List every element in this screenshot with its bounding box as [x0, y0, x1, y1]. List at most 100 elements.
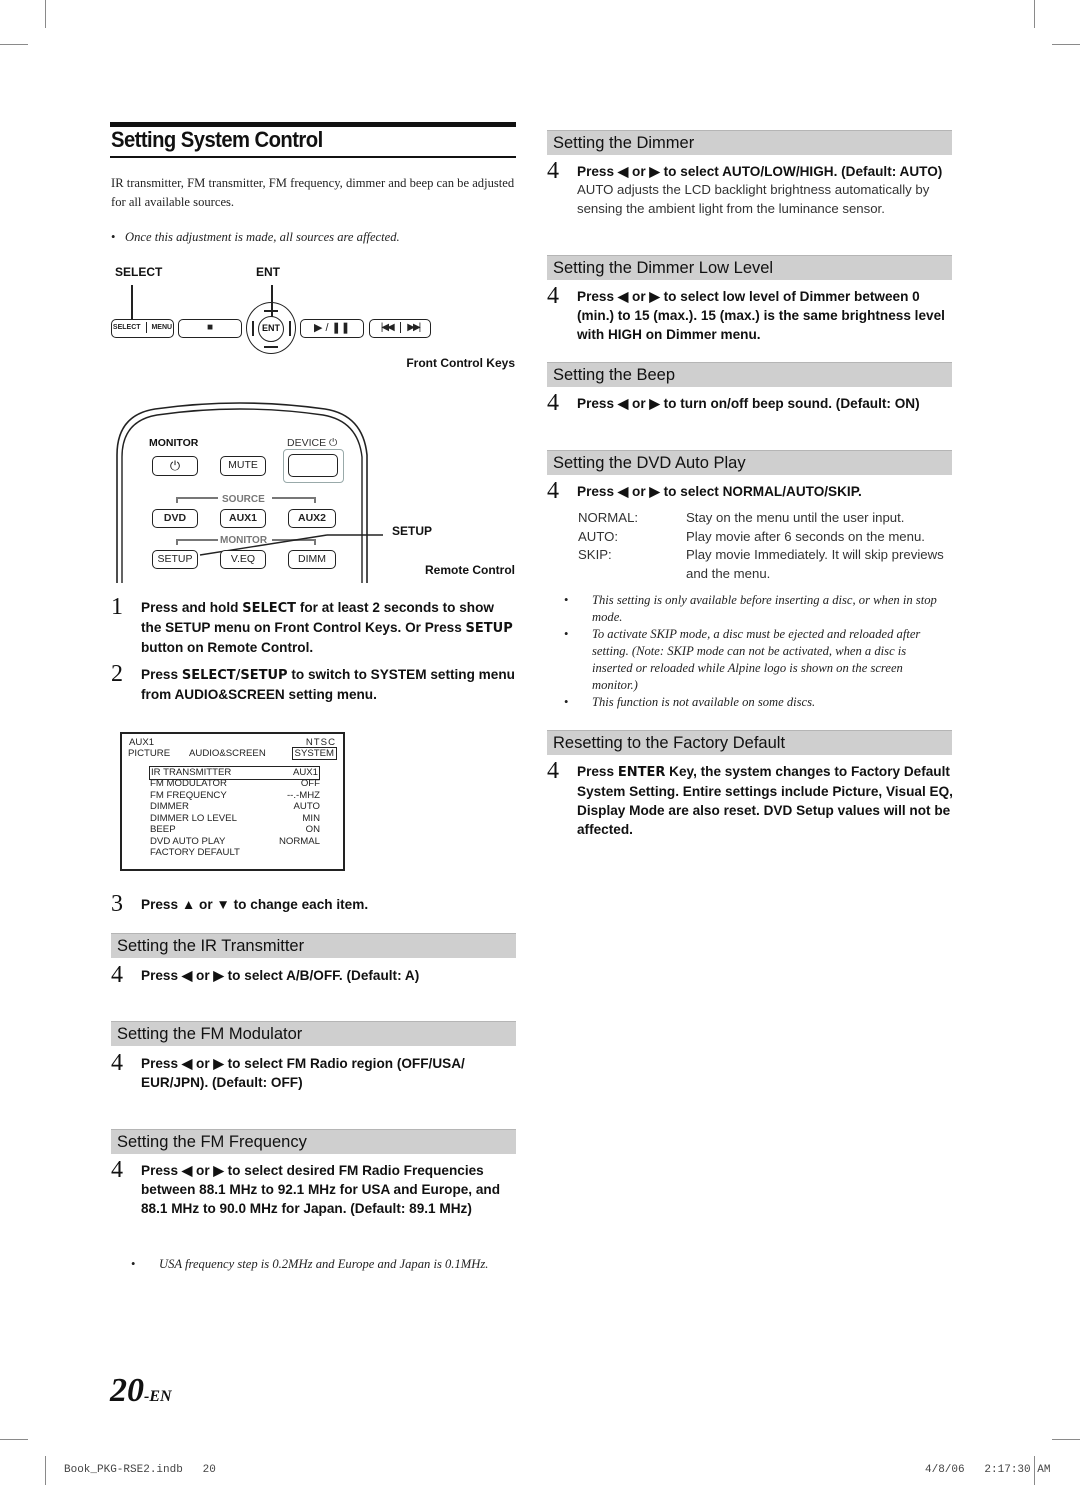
osd-tab-system[interactable]: SYSTEM: [291, 747, 337, 760]
monitor-power-button[interactable]: ⏻: [152, 456, 198, 476]
osd-item-value: --.-MHZ: [286, 789, 320, 801]
step-number: 4: [111, 962, 123, 988]
step-text: Press and hold SELECT for at least 2 sec…: [141, 598, 516, 657]
crop-mark: [45, 0, 46, 28]
dimm-label: DIMM: [298, 553, 326, 565]
intro-note: • Once this adjustment is made, all sourc…: [111, 229, 516, 246]
osd-item[interactable]: FACTORY DEFAULT: [150, 847, 320, 859]
option-desc: Play movie Immediately. It will skip pre…: [686, 547, 944, 581]
callout-line: [131, 285, 133, 321]
section-heading-fm-modulator: Setting the FM Modulator: [111, 1021, 516, 1046]
monitor-group-label: MONITOR: [220, 535, 268, 546]
stop-key[interactable]: ■: [178, 319, 242, 338]
footer-timestamp: 4/8/06 2:17:30 AM: [925, 1464, 1050, 1476]
section-heading-factory-default: Resetting to the Factory Default: [547, 730, 952, 755]
step-description: AUTO adjusts the LCD backlight brightnes…: [577, 182, 930, 216]
skip-forward-icon[interactable]: ▶▶|: [407, 322, 421, 333]
osd-item-value: AUTO: [293, 801, 320, 812]
bullet: •: [111, 230, 116, 244]
dimm-button[interactable]: DIMM: [288, 550, 336, 569]
play-pause-icon: ▶ / ❚❚: [313, 322, 351, 334]
note-text: This setting is only available before in…: [592, 593, 937, 624]
stop-icon: ■: [206, 322, 214, 333]
osd-item-label: FM MODULATOR: [150, 778, 227, 789]
setup-callout: SETUP: [392, 524, 433, 538]
step-text: Press ◀ or ▶ to turn on/off beep sound. …: [577, 396, 920, 411]
dvd-label: DVD: [163, 512, 187, 524]
step-number: 4: [547, 478, 559, 504]
bullet: •: [131, 1257, 136, 1271]
osd-item[interactable]: DIMMER LO LEVEL MIN: [150, 813, 320, 825]
mute-button[interactable]: MUTE: [220, 456, 266, 476]
aux2-label: AUX2: [297, 512, 326, 524]
step-number: 4: [547, 158, 559, 184]
skip-keys[interactable]: |◀◀ ▶▶|: [369, 319, 431, 338]
option-key: NORMAL:: [578, 510, 639, 525]
aux2-button[interactable]: AUX2: [288, 509, 336, 528]
step-text: Press SELECT/SETUP to switch to SYSTEM s…: [141, 665, 516, 704]
page-number-value: 20: [110, 1372, 144, 1409]
osd-tab-audio-screen[interactable]: AUDIO&SCREEN: [189, 748, 266, 759]
osd-item-value: OFF: [300, 778, 320, 789]
osd-item-value: NORMAL: [278, 835, 320, 847]
note-text: This function is not available on some d…: [592, 695, 816, 709]
veq-label: V.EQ: [230, 553, 256, 565]
osd-item-label: FACTORY DEFAULT: [150, 847, 240, 858]
remote-caption: Remote Control: [425, 563, 515, 577]
select-menu-key[interactable]: SELECT MENU: [111, 319, 174, 338]
ent-key[interactable]: ENT: [258, 316, 284, 342]
key-divider: [145, 321, 147, 333]
section-heading-beep: Setting the Beep: [547, 362, 952, 387]
option-key: AUTO:: [578, 528, 619, 544]
skip-back-icon[interactable]: |◀◀: [381, 322, 395, 333]
ent-key-label: ENT: [262, 323, 280, 333]
dvd-auto-play-notes: • This setting is only available before i…: [564, 592, 948, 711]
text-run: button on Remote Control.: [141, 640, 314, 655]
crop-mark: [0, 44, 28, 45]
veq-button[interactable]: V.EQ: [220, 550, 266, 569]
osd-item[interactable]: FM MODULATOR OFF: [150, 778, 320, 790]
key-name: ENTER: [617, 765, 666, 780]
bullet: •: [564, 627, 569, 641]
source-group-label: SOURCE: [222, 494, 265, 505]
osd-item[interactable]: BEEP ON: [150, 824, 320, 836]
play-pause-key[interactable]: ▶ / ❚❚: [300, 319, 364, 338]
osd-tab-picture[interactable]: PICTURE: [128, 748, 170, 759]
power-icon: ⏻: [169, 458, 181, 473]
dvd-button[interactable]: DVD: [152, 509, 198, 528]
step-number: 4: [547, 283, 559, 309]
note-item: • To activate SKIP mode, a disc must be e…: [564, 626, 948, 694]
intro-note-text: Once this adjustment is made, all source…: [125, 230, 400, 244]
step-text: Press ◀ or ▶ to select desired FM Radio …: [141, 1163, 501, 1216]
aux1-label: AUX1: [228, 512, 257, 524]
setup-button[interactable]: SETUP: [152, 550, 198, 569]
text-run: Press: [577, 764, 618, 779]
step-instruction: Press ◀ or ▶ to select AUTO/LOW/HIGH. (D…: [577, 164, 943, 179]
key-name: SETUP: [465, 621, 513, 636]
fm-frequency-note: • USA frequency step is 0.2MHz and Europe…: [131, 1256, 509, 1273]
step-text: Press ENTER Key, the system changes to F…: [577, 762, 955, 839]
option-key: SKIP:: [578, 547, 612, 562]
osd-item[interactable]: DIMMER AUTO: [150, 801, 320, 813]
bullet: •: [564, 593, 569, 607]
power-icon: ⏻: [329, 437, 338, 449]
osd-item-value: AUX1: [292, 767, 318, 778]
device-power-button[interactable]: [288, 454, 338, 477]
page-language-suffix: -EN: [144, 1388, 172, 1405]
device-label-text: DEVICE: [287, 437, 327, 449]
step-number: 4: [111, 1050, 123, 1076]
step-number: 4: [547, 390, 559, 416]
note-item: • This setting is only available before i…: [564, 592, 948, 626]
section-heading-fm-frequency: Setting the FM Frequency: [111, 1129, 516, 1154]
key-name: SELECT: [242, 601, 297, 616]
step-number: 3: [111, 891, 123, 917]
osd-item[interactable]: FM FREQUENCY --.-MHZ: [150, 790, 320, 802]
mute-label: MUTE: [228, 459, 258, 471]
step-text: Press ◀ or ▶ to select NORMAL/AUTO/SKIP.: [577, 484, 862, 499]
osd-item[interactable]: DVD AUTO PLAY NORMAL: [150, 836, 320, 848]
footer-date: 4/8/06: [925, 1464, 965, 1476]
aux1-button[interactable]: AUX1: [220, 509, 266, 528]
step-text: Press ◀ or ▶ to select A/B/OFF. (Default…: [141, 968, 420, 983]
title-underline: [110, 156, 516, 158]
crop-mark: [1052, 44, 1080, 45]
